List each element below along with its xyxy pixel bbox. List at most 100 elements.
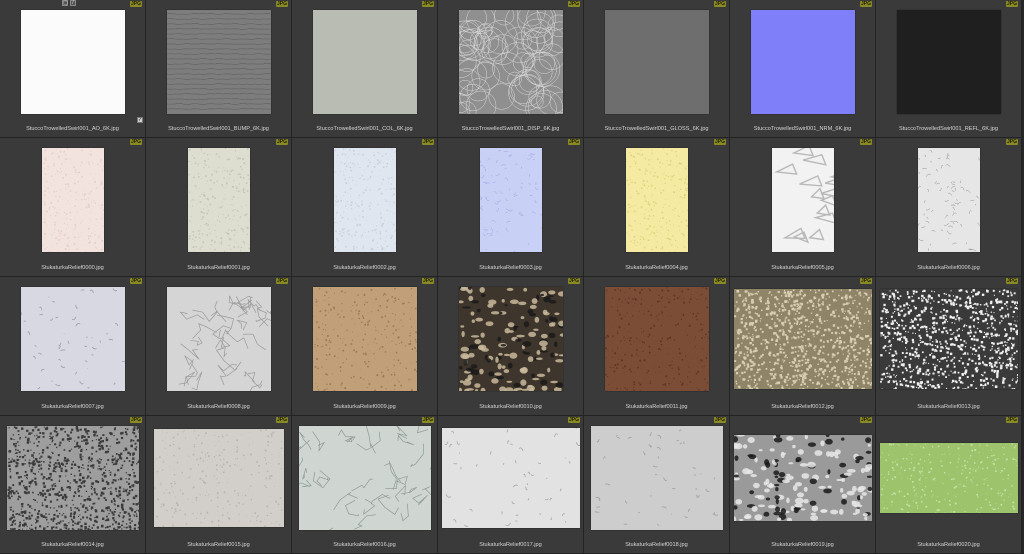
thumbnail-image — [441, 428, 580, 528]
thumbnail-image — [879, 289, 1018, 389]
file-name-label: StukaturkaRelief0003.jpg — [479, 265, 542, 271]
thumbnail-image-wrap — [438, 422, 583, 534]
thumbnail-image — [879, 443, 1018, 513]
thumbnail-item[interactable]: JPG StukaturkaRelief0003.jpg — [438, 138, 584, 277]
file-name-label: StuccoTrowelledSwirl001_DISP_6K.jpg — [461, 126, 560, 132]
thumbnail-image — [20, 10, 125, 114]
thumbnail-image-wrap — [292, 283, 437, 395]
thumbnail-image — [20, 287, 125, 391]
file-name-label: StukaturkaRelief0000.jpg — [41, 265, 104, 271]
thumbnail-image-wrap — [584, 422, 729, 534]
thumbnail-item[interactable]: JPG StukaturkaRelief0018.jpg — [584, 416, 730, 554]
thumbnail-image — [479, 148, 542, 252]
thumbnail-image — [458, 10, 563, 114]
file-name-label: StukaturkaRelief0011.jpg — [625, 404, 688, 410]
thumbnail-item[interactable]: JPG StuccoTrowelledSwirl001_NRM_6K.jpg — [730, 0, 876, 138]
file-name-label: StukaturkaRelief0015.jpg — [187, 542, 250, 548]
thumbnail-image — [6, 426, 139, 530]
thumbnail-image-wrap — [584, 283, 729, 395]
file-name-label: StuccoTrowelledSwirl001_AO_6K.jpg — [26, 126, 119, 132]
thumbnail-item[interactable]: JPG StuccoTrowelledSwirl001_GLOSS_6K.jpg — [584, 0, 730, 138]
thumbnail-item[interactable]: JPG StukaturkaRelief0004.jpg — [584, 138, 730, 277]
thumbnail-item[interactable]: JPG StukaturkaRelief0000.jpg — [0, 138, 146, 277]
thumbnail-image-wrap — [146, 283, 291, 395]
file-name-label: StukaturkaRelief0008.jpg — [187, 404, 250, 410]
file-name-label: StuccoTrowelledSwirl001_COL_6K.jpg — [316, 126, 413, 132]
file-name-label: StukaturkaRelief0013.jpg — [917, 404, 980, 410]
thumbnail-item[interactable]: JPG StukaturkaRelief0010.jpg — [438, 277, 584, 416]
thumbnail-image — [166, 10, 271, 114]
thumbnail-image — [153, 429, 284, 527]
thumbnail-image-wrap — [584, 6, 729, 118]
thumbnail-image-wrap — [292, 144, 437, 256]
thumbnail-image — [917, 148, 980, 252]
thumbnail-image-wrap — [730, 6, 875, 118]
thumbnail-item[interactable]: JPG StukaturkaRelief0006.jpg — [876, 138, 1022, 277]
thumbnail-image — [733, 435, 872, 521]
file-name-label: StuccoTrowelledSwirl001_GLOSS_6K.jpg — [604, 126, 709, 132]
thumbnail-image — [771, 148, 834, 252]
file-name-label: StuccoTrowelledSwirl001_REFL_6K.jpg — [899, 126, 998, 132]
thumbnail-image — [298, 426, 431, 530]
thumbnail-item[interactable]: JPG StukaturkaRelief0015.jpg — [146, 416, 292, 554]
thumbnail-image — [41, 148, 104, 252]
thumbnail-image — [750, 10, 855, 114]
thumbnail-image-wrap — [438, 6, 583, 118]
thumbnail-item[interactable]: JPG StukaturkaRelief0009.jpg — [292, 277, 438, 416]
thumbnail-item[interactable]: JPG StukaturkaRelief0005.jpg — [730, 138, 876, 277]
thumbnail-image — [590, 426, 723, 530]
thumbnail-item[interactable]: JPG StukaturkaRelief0011.jpg — [584, 277, 730, 416]
file-name-label: StuccoTrowelledSwirl001_NRM_6K.jpg — [753, 126, 852, 132]
thumbnail-item[interactable]: JPG StuccoTrowelledSwirl001_BUMP_6K.jpg — [146, 0, 292, 138]
thumbnail-item[interactable]: JPG StuccoTrowelledSwirl001_AO_6K.jpg — [0, 0, 146, 138]
thumbnail-image-wrap — [730, 422, 875, 534]
file-name-label: StukaturkaRelief0004.jpg — [625, 265, 688, 271]
thumbnail-item[interactable]: JPG StukaturkaRelief0020.jpg — [876, 416, 1022, 554]
edit-icon[interactable]: / — [70, 0, 76, 6]
thumbnail-item[interactable]: JPG StukaturkaRelief0008.jpg — [146, 277, 292, 416]
file-name-label: StukaturkaRelief0007.jpg — [41, 404, 104, 410]
file-name-label: StukaturkaRelief0006.jpg — [917, 265, 980, 271]
thumbnail-item[interactable]: JPG StukaturkaRelief0012.jpg — [730, 277, 876, 416]
thumbnail-image-wrap — [146, 422, 291, 534]
thumbnail-item[interactable]: JPG StukaturkaRelief0019.jpg — [730, 416, 876, 554]
select-toggle-icon[interactable]: ▢ — [62, 0, 68, 6]
file-name-label: StukaturkaRelief0016.jpg — [333, 542, 396, 548]
thumbnail-image-wrap — [876, 283, 1021, 395]
thumbnail-image-wrap — [0, 283, 145, 395]
file-name-label: StukaturkaRelief0020.jpg — [917, 542, 980, 548]
file-name-label: StukaturkaRelief0019.jpg — [771, 542, 834, 548]
thumbnail-item[interactable]: JPG StukaturkaRelief0017.jpg — [438, 416, 584, 554]
thumbnail-image-wrap — [876, 144, 1021, 256]
thumbnail-item[interactable]: JPG StukaturkaRelief0013.jpg — [876, 277, 1022, 416]
thumbnail-image — [604, 287, 709, 391]
thumbnail-item[interactable]: JPG StuccoTrowelledSwirl001_COL_6K.jpg — [292, 0, 438, 138]
file-name-label: StukaturkaRelief0014.jpg — [41, 542, 104, 548]
thumbnail-image-wrap — [730, 283, 875, 395]
thumbnail-item[interactable]: JPG StukaturkaRelief0016.jpg — [292, 416, 438, 554]
thumbnail-image-wrap — [146, 144, 291, 256]
file-name-label: StuccoTrowelledSwirl001_BUMP_6K.jpg — [168, 126, 269, 132]
thumbnail-image-wrap — [584, 144, 729, 256]
thumbnail-item[interactable]: JPG StuccoTrowelledSwirl001_DISP_6K.jpg — [438, 0, 584, 138]
file-name-label: StukaturkaRelief0018.jpg — [625, 542, 688, 548]
thumbnail-item[interactable]: JPG StukaturkaRelief0007.jpg — [0, 277, 146, 416]
thumbnail-image — [733, 289, 872, 389]
thumbnail-image — [312, 10, 417, 114]
file-name-label: StukaturkaRelief0002.jpg — [333, 265, 396, 271]
thumbnail-item[interactable]: JPG StukaturkaRelief0014.jpg — [0, 416, 146, 554]
checkbox-icon[interactable]: ✓ — [137, 117, 143, 123]
file-name-label: StukaturkaRelief0005.jpg — [771, 265, 834, 271]
thumbnail-image-wrap — [0, 6, 145, 118]
thumbnail-item[interactable]: JPG StukaturkaRelief0001.jpg — [146, 138, 292, 277]
thumbnail-item[interactable]: JPG StuccoTrowelledSwirl001_REFL_6K.jpg — [876, 0, 1022, 138]
thumbnail-image-wrap — [292, 6, 437, 118]
thumbnail-image — [333, 148, 396, 252]
thumbnail-image — [458, 287, 563, 391]
file-name-label: StukaturkaRelief0009.jpg — [333, 404, 396, 410]
file-name-label: StukaturkaRelief0001.jpg — [187, 265, 250, 271]
thumbnail-image-wrap — [146, 6, 291, 118]
thumbnail-image — [604, 10, 709, 114]
thumbnail-image-wrap — [0, 144, 145, 256]
thumbnail-item[interactable]: JPG StukaturkaRelief0002.jpg — [292, 138, 438, 277]
